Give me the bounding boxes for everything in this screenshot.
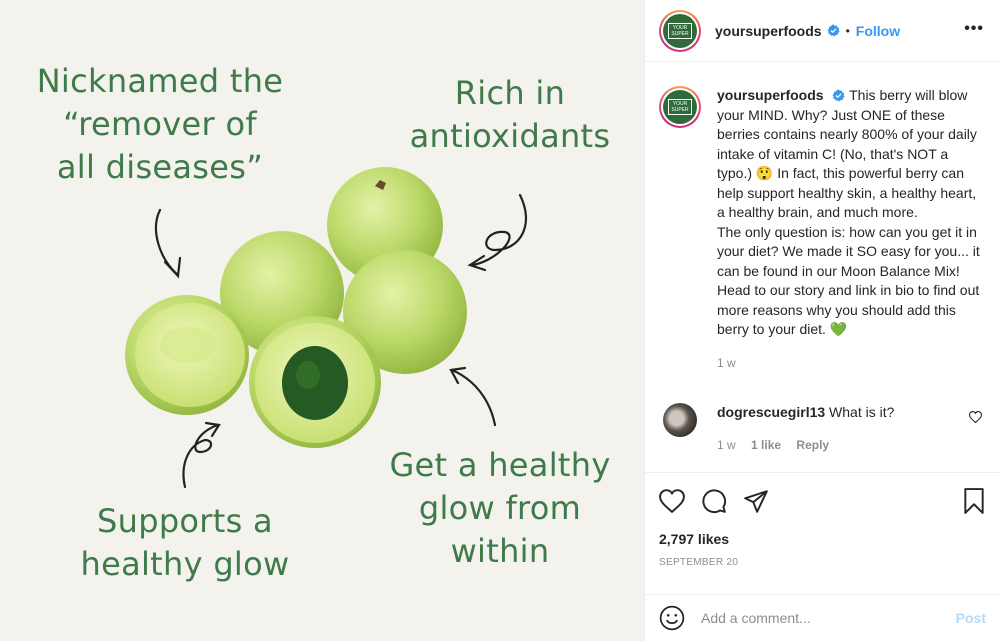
header-username[interactable]: yoursuperfoods [715, 23, 822, 39]
verified-badge-icon [832, 89, 846, 102]
heart-icon[interactable] [659, 489, 685, 513]
comment-icon[interactable] [701, 488, 727, 514]
caption-avatar[interactable]: YOUR SUPER [659, 86, 701, 128]
avatar[interactable]: YOUR SUPER [659, 9, 701, 52]
reply-button[interactable]: Reply [796, 438, 829, 452]
comment-input[interactable] [701, 610, 956, 626]
comment-avatar[interactable] [663, 403, 697, 437]
post-image[interactable]: Nicknamed the “remover of all diseases” … [0, 0, 644, 641]
image-label-supports-glow: Supports a healthy glow [80, 502, 290, 583]
comment-text: What is it? [829, 404, 895, 420]
image-label-glow-within: Get a healthy glow from within [389, 446, 611, 570]
header-separator: • [845, 23, 850, 38]
post-actions: 2,797 likes SEPTEMBER 20 [645, 472, 1000, 589]
image-label-antioxidants: Rich in antioxidants [409, 74, 611, 155]
caption-username[interactable]: yoursuperfoods [717, 87, 824, 103]
verified-badge-icon [827, 24, 840, 37]
comment-like-heart-icon[interactable] [969, 411, 982, 423]
likes-count[interactable]: 2,797 likes [659, 531, 986, 547]
comment-timestamp[interactable]: 1 w [717, 438, 736, 452]
comments-list[interactable]: YOUR SUPER yoursuperfoods This berry wil… [645, 62, 1000, 472]
comment-item: dogrescuegirl13 What is it? 1 w 1 like R… [659, 403, 986, 455]
avatar-logo-text: YOUR SUPER [668, 22, 692, 39]
emoji-icon[interactable] [659, 605, 685, 631]
post-header: YOUR SUPER yoursuperfoods • Follow ••• [645, 0, 1000, 62]
post-sidebar: YOUR SUPER yoursuperfoods • Follow ••• Y… [644, 0, 1000, 641]
post-comment-button[interactable]: Post [956, 610, 986, 626]
add-comment-bar: Post [645, 594, 1000, 641]
caption: YOUR SUPER yoursuperfoods This berry wil… [659, 86, 986, 373]
bookmark-icon[interactable] [962, 488, 986, 514]
share-icon[interactable] [743, 488, 769, 514]
follow-button[interactable]: Follow [856, 23, 900, 39]
caption-timestamp[interactable]: 1 w [717, 354, 986, 374]
caption-text: This berry will blow your MIND. Why? Jus… [717, 87, 980, 337]
comment-likes[interactable]: 1 like [751, 438, 781, 452]
more-options-icon[interactable]: ••• [964, 20, 984, 38]
image-label-remover: Nicknamed the “remover of all diseases” [36, 62, 284, 186]
comment-username[interactable]: dogrescuegirl13 [717, 404, 825, 420]
post-date[interactable]: SEPTEMBER 20 [659, 557, 986, 568]
